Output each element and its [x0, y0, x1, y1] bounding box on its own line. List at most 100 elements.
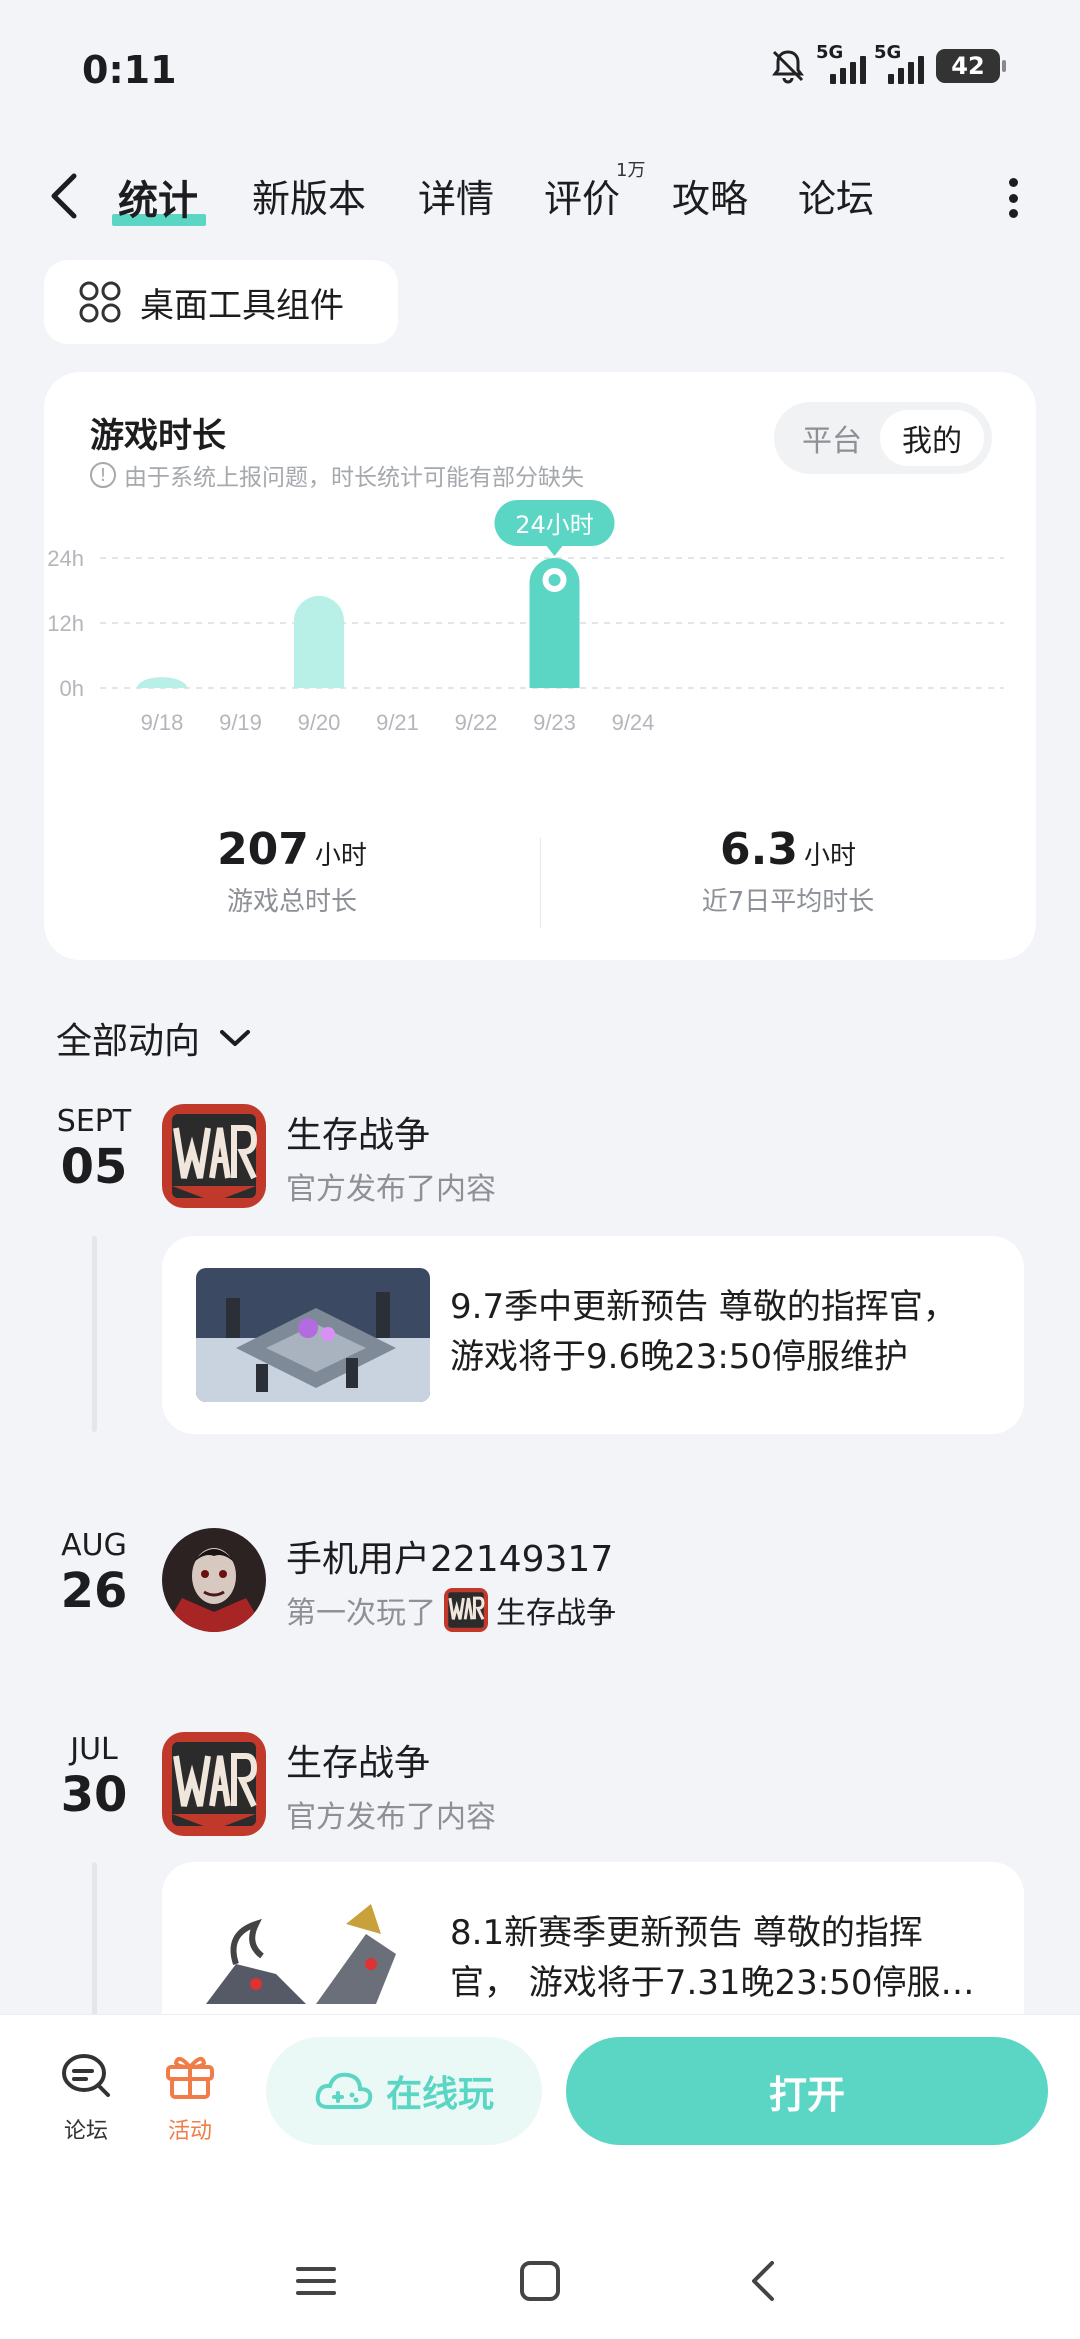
post-card[interactable]: 9.7季中更新预告 尊敬的指挥官， 游戏将于9.6晚23:50停服维护 [162, 1236, 1024, 1434]
x-tick-label: 9/20 [298, 710, 341, 735]
tab-details[interactable]: 详情 [418, 168, 494, 223]
battle-map-image [196, 1268, 430, 1402]
more-menu-icon[interactable] [1008, 178, 1018, 218]
nav-activity[interactable]: 活动 [150, 2051, 230, 2145]
tab-forum[interactable]: 论坛 [798, 168, 874, 223]
widget-button-label: 桌面工具组件 [140, 285, 344, 326]
total-playtime-value: 207 [217, 824, 309, 875]
playtime-title: 游戏时长 [90, 416, 226, 456]
x-tick-label: 9/21 [376, 710, 419, 735]
bar-9-18[interactable] [137, 677, 187, 688]
app-screen: { "status": {"time": "0:11", "battery": … [0, 0, 1080, 2339]
game-logo[interactable] [162, 1732, 266, 1836]
forum-chat-icon [62, 2054, 110, 2097]
timeline-line [92, 1862, 97, 2022]
post-thumbnail [196, 1268, 430, 1402]
nav-forum[interactable]: 论坛 [46, 2051, 126, 2145]
war-logo-icon [162, 1104, 266, 1208]
average-playtime-label: 近7日平均时长 [701, 887, 875, 917]
timeline-line [92, 1236, 97, 1432]
widget-grid-icon [79, 281, 121, 323]
toggle-platform[interactable]: 平台 [780, 410, 884, 466]
feed-month: JUL [70, 1732, 118, 1767]
system-back-icon[interactable] [734, 2251, 794, 2311]
back-arrow-icon[interactable] [44, 168, 84, 224]
post-text: 8.1新赛季更新预告 尊敬的指挥官， 游戏将于7.31晚23:50停服维护 [450, 1913, 975, 2003]
reviews-count-badge: 1万 [616, 160, 646, 181]
post-thumbnail [196, 1894, 430, 2028]
tab-new-version[interactable]: 新版本 [252, 168, 366, 223]
bar-9-20[interactable] [294, 595, 344, 688]
x-tick-label: 9/24 [612, 710, 655, 735]
feed-author[interactable]: 手机用户22149317 [286, 1530, 613, 1582]
feed-action: 官方发布了内容 [286, 1164, 496, 1208]
status-icons: 5G 5G 42 [768, 42, 1006, 86]
open-game-button[interactable]: 打开 [566, 2037, 1048, 2145]
y-tick-label: 0h [60, 676, 84, 701]
bottom-action-bar: 论坛 活动 在线玩 打开 [0, 2014, 1080, 2339]
nav-forum-label: 论坛 [63, 2119, 108, 2144]
y-tick-label: 24h [47, 546, 84, 571]
tab-bar: 统计 新版本 详情 评价 1万 攻略 论坛 [0, 150, 1080, 240]
play-online-label: 在线玩 [385, 2074, 494, 2115]
feed-filter-label: 全部动向 [56, 1021, 201, 1062]
toggle-mine[interactable]: 我的 [880, 410, 984, 466]
menu-icon[interactable] [286, 2251, 346, 2311]
tab-reviews[interactable]: 评价 [544, 168, 620, 223]
feed-action: 官方发布了内容 [286, 1792, 496, 1836]
battery-indicator: 42 [936, 49, 1006, 83]
play-online-button[interactable]: 在线玩 [266, 2037, 542, 2145]
post-text: 9.7季中更新预告 尊敬的指挥官， 游戏将于9.6晚23:50停服维护 [450, 1287, 957, 1377]
feed-author[interactable]: 生存战争 [286, 1734, 430, 1786]
highlight-marker-dot [548, 574, 561, 586]
y-tick-label: 12h [47, 611, 84, 636]
war-logo-icon [162, 1732, 266, 1836]
value-tooltip-pointer [546, 546, 563, 556]
feed-filter-dropdown[interactable]: 全部动向 [56, 1012, 252, 1064]
home-icon[interactable] [510, 2251, 570, 2311]
gift-icon [166, 2056, 214, 2099]
feed-game-name[interactable]: 生存战争 [496, 1588, 616, 1632]
x-tick-label: 9/23 [533, 710, 576, 735]
average-playtime-value: 6.3 [720, 824, 798, 875]
signal-icon-2: 5G [874, 42, 924, 84]
chevron-down-icon [220, 1030, 251, 1046]
user-avatar[interactable] [162, 1528, 266, 1632]
feed-month: AUG [61, 1528, 127, 1563]
user-avatar-image [162, 1528, 266, 1632]
mech-units-image [196, 1894, 430, 2028]
total-playtime: 207 小时 游戏总时长 [44, 824, 540, 918]
feed-month: SEPT [56, 1104, 132, 1139]
feed-action-text: 官方发布了内容 [286, 1800, 496, 1835]
value-tooltip-label: 24小时 [515, 511, 594, 539]
x-tick-label: 9/22 [455, 710, 498, 735]
desktop-widget-button[interactable]: 桌面工具组件 [44, 260, 398, 344]
total-playtime-label: 游戏总时长 [226, 887, 357, 917]
signal-icon: 5G [816, 42, 866, 84]
feed-author[interactable]: 生存战争 [286, 1106, 430, 1158]
feed-date: JUL 30 [40, 1732, 148, 1819]
game-logo[interactable] [162, 1104, 266, 1208]
tab-stats[interactable]: 统计 [118, 168, 198, 226]
scope-toggle: 平台 我的 [774, 402, 992, 474]
playtime-note: ! 由于系统上报问题，时长统计可能有部分缺失 [90, 458, 584, 492]
status-time: 0:11 [82, 48, 177, 92]
total-playtime-unit: 小时 [314, 841, 367, 871]
tab-guides[interactable]: 攻略 [672, 168, 748, 223]
average-playtime-unit: 小时 [803, 841, 856, 871]
x-tick-label: 9/18 [141, 710, 184, 735]
feed-action: 第一次玩了 生存战争 [286, 1588, 616, 1632]
feed-day: 30 [60, 1767, 128, 1823]
note-text: 由于系统上报问题，时长统计可能有部分缺失 [124, 465, 584, 491]
status-bar: 0:11 5G 5G 42 [0, 0, 1080, 140]
mute-bell-icon [772, 50, 804, 84]
feed-action-text: 第一次玩了 [286, 1596, 436, 1631]
war-logo-small-icon[interactable] [444, 1588, 488, 1632]
playtime-chart: 0h 12h 24h 9/18 9/19 9/20 9/21 9/22 24小时 9/23 9/24 [47, 500, 1004, 735]
playtime-card: 游戏时长 ! 由于系统上报问题，时长统计可能有部分缺失 平台 我的 0h 12h 2… [44, 372, 1036, 960]
feed-day: 26 [60, 1563, 128, 1619]
feed-date: AUG 26 [40, 1528, 148, 1615]
cloud-gamepad-icon [315, 2072, 373, 2109]
x-tick-label: 9/19 [219, 710, 262, 735]
feed-day: 05 [60, 1139, 128, 1195]
